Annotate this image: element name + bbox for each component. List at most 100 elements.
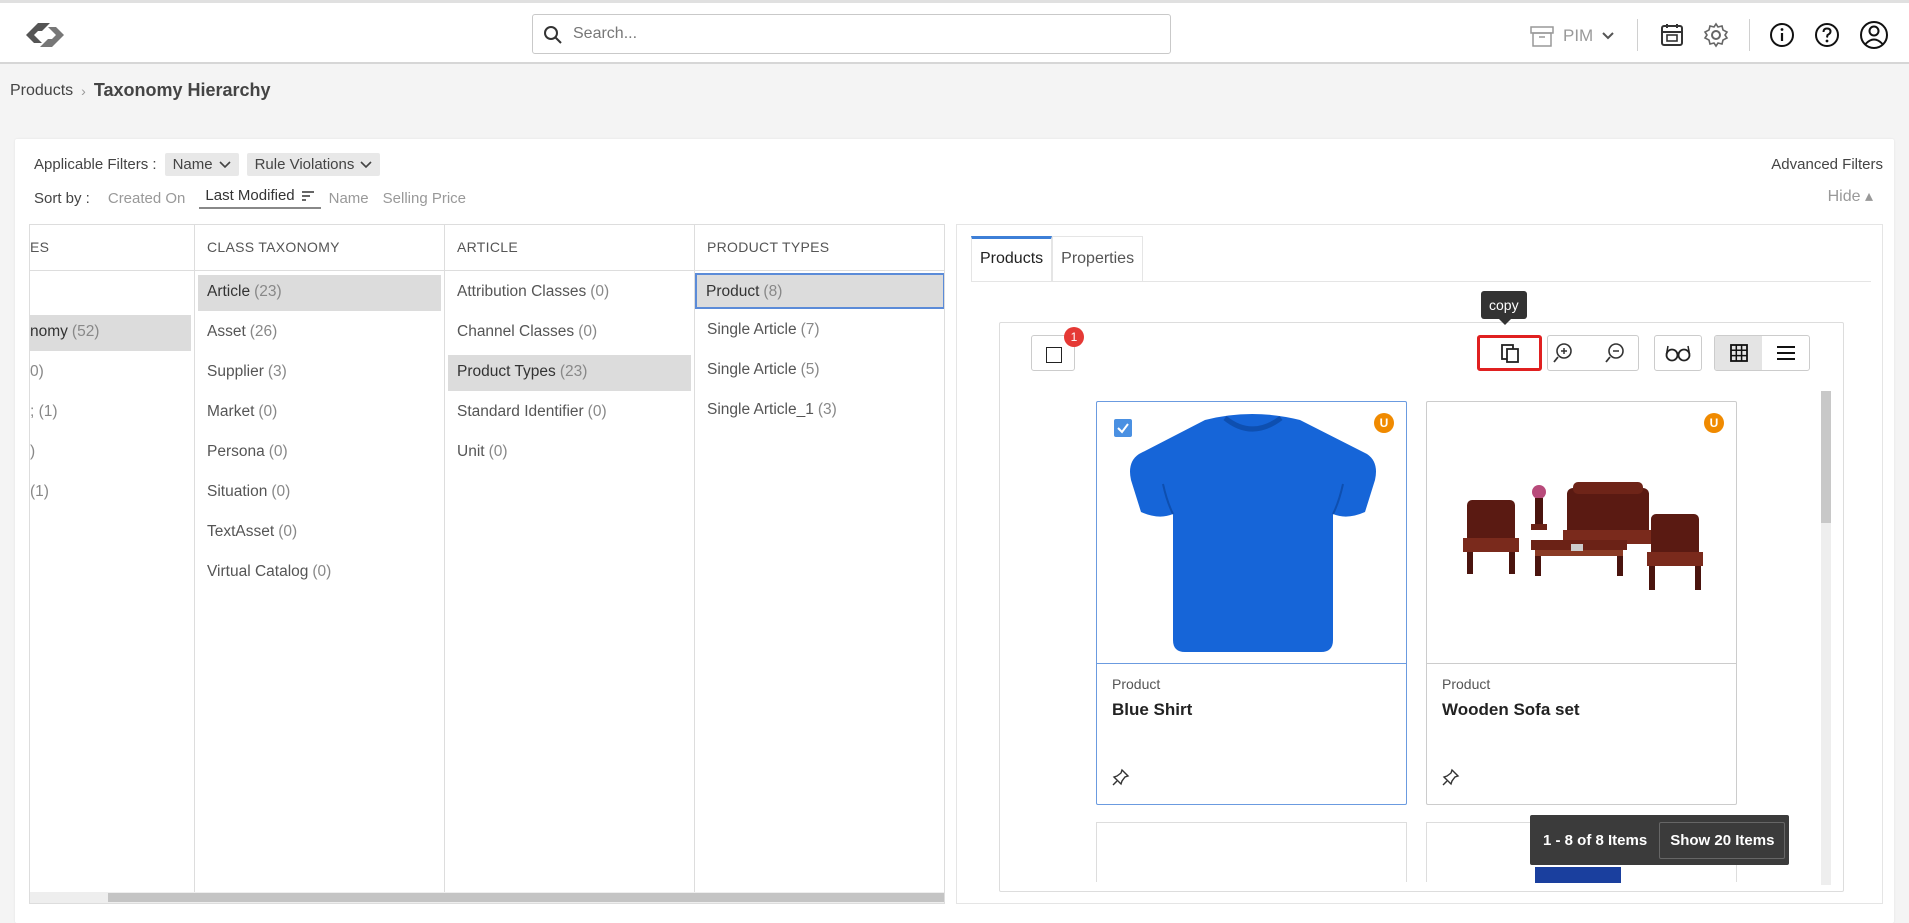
- applicable-filters: Applicable Filters : Name Rule Violation…: [34, 153, 381, 176]
- list-item[interactable]: Product (8): [695, 273, 944, 309]
- product-image: [1097, 402, 1406, 664]
- horizontal-scrollbar[interactable]: [30, 892, 944, 903]
- list-item[interactable]: TextAsset (0): [198, 515, 441, 551]
- item-count: (26): [249, 323, 278, 340]
- product-checkbox[interactable]: [1114, 419, 1132, 437]
- app-logo-icon[interactable]: [20, 17, 70, 53]
- list-item[interactable]: Persona (0): [198, 435, 441, 471]
- filters-label: Applicable Filters :: [34, 156, 157, 173]
- list-item[interactable]: Virtual Catalog (0): [198, 555, 441, 591]
- advanced-filters-link[interactable]: Advanced Filters: [1771, 156, 1883, 173]
- filter-chip-name[interactable]: Name: [164, 153, 239, 176]
- item-count: (0): [488, 443, 508, 460]
- preview-button[interactable]: [1654, 335, 1702, 371]
- copy-button[interactable]: [1477, 335, 1542, 371]
- product-name[interactable]: Blue Shirt: [1112, 700, 1192, 720]
- breadcrumb-separator: ›: [81, 82, 86, 99]
- hide-toggle[interactable]: Hide ▴: [1828, 186, 1873, 206]
- tab-properties[interactable]: Properties: [1052, 236, 1144, 281]
- list-item[interactable]: Unit (0): [448, 435, 691, 471]
- help-icon[interactable]: [1813, 21, 1841, 49]
- product-card[interactable]: U Product Blue Shirt: [1096, 401, 1407, 805]
- search-box[interactable]: [532, 14, 1171, 54]
- item-label: Single Article: [707, 321, 797, 338]
- list-item[interactable]: Market (0): [198, 395, 441, 431]
- item-count: (5): [800, 361, 820, 378]
- list-item[interactable]: ): [30, 435, 191, 471]
- product-image: [1535, 867, 1621, 883]
- list-item[interactable]: Channel Classes (0): [448, 315, 691, 351]
- grid-view-button[interactable]: [1715, 336, 1762, 370]
- item-label: Persona: [207, 443, 265, 460]
- user-icon[interactable]: [1859, 20, 1889, 50]
- item-count: (0): [587, 403, 607, 420]
- top-bar: PIM: [0, 0, 1909, 64]
- status-badge: U: [1704, 413, 1724, 433]
- scrollbar-thumb[interactable]: [108, 893, 944, 902]
- breadcrumb-root-link[interactable]: Products: [10, 82, 73, 100]
- list-item[interactable]: Single Article (5): [698, 353, 942, 389]
- item-count: (8): [763, 283, 783, 300]
- list-item[interactable]: Standard Identifier (0): [448, 395, 691, 431]
- list-view-button[interactable]: [1762, 336, 1809, 370]
- column-header: ARTICLE: [445, 225, 694, 271]
- vertical-scrollbar[interactable]: [1821, 391, 1831, 885]
- divider: [1749, 19, 1750, 51]
- item-count: (7): [800, 321, 820, 338]
- product-card[interactable]: U Product Wooden Sofa set: [1426, 401, 1737, 805]
- item-label: Market: [207, 403, 255, 420]
- list-item[interactable]: ; (1): [30, 395, 191, 431]
- filter-chip-label: Rule Violations: [254, 156, 355, 173]
- filter-chip-label: Name: [172, 156, 213, 173]
- item-count: (3): [267, 363, 287, 380]
- filter-chip-rule-violations[interactable]: Rule Violations: [246, 153, 381, 176]
- item-label: Article: [207, 283, 251, 300]
- list-item[interactable]: Attribution Classes (0): [448, 275, 691, 311]
- product-type: Product: [1442, 676, 1491, 692]
- show-items-button[interactable]: Show 20 Items: [1659, 821, 1786, 859]
- copy-tooltip: copy: [1481, 291, 1527, 325]
- scrollbar-thumb[interactable]: [1821, 391, 1831, 523]
- item-label: Unit: [457, 443, 485, 460]
- search-input[interactable]: [571, 21, 1151, 47]
- app-switcher[interactable]: PIM: [1529, 23, 1615, 49]
- pin-icon[interactable]: [1442, 768, 1460, 786]
- zoom-out-icon[interactable]: [1598, 341, 1634, 365]
- sort-option-last-modified[interactable]: Last Modified: [199, 187, 321, 209]
- gear-icon[interactable]: [1702, 21, 1730, 49]
- list-item[interactable]: 0): [30, 355, 191, 391]
- item-label: Single Article_1: [707, 401, 814, 418]
- sort-label: Sort by :: [34, 189, 90, 207]
- item-count: (0): [268, 443, 288, 460]
- list-item[interactable]: Product Types (23): [448, 355, 691, 391]
- item-label: Asset: [207, 323, 246, 340]
- list-item[interactable]: Single Article (7): [698, 313, 942, 349]
- list-item[interactable]: Situation (0): [198, 475, 441, 511]
- list-item[interactable]: Asset (26): [198, 315, 441, 351]
- item-label: Single Article: [707, 361, 797, 378]
- pin-icon[interactable]: [1112, 768, 1130, 786]
- sort-descending-icon: [301, 190, 314, 201]
- info-icon[interactable]: [1768, 21, 1796, 49]
- sort-option-created-on[interactable]: Created On: [108, 190, 186, 207]
- checkbox-icon: [1046, 347, 1062, 363]
- divider: [1637, 19, 1638, 51]
- list-item[interactable]: Single Article_1 (3): [698, 393, 942, 429]
- zoom-in-icon[interactable]: [1552, 341, 1598, 365]
- sort-option-name[interactable]: Name: [329, 190, 369, 207]
- sort-option-selling-price[interactable]: Selling Price: [383, 190, 466, 207]
- column-header: PRODUCT TYPES: [695, 225, 944, 271]
- tab-products[interactable]: Products: [971, 236, 1053, 281]
- column-header: ES: [30, 225, 194, 271]
- product-type: Product: [1112, 676, 1161, 692]
- product-card[interactable]: [1096, 822, 1407, 882]
- list-item[interactable]: Supplier (3): [198, 355, 441, 391]
- list-item[interactable]: Article (23): [198, 275, 441, 311]
- view-toggle: [1714, 335, 1810, 371]
- item-count: (23): [559, 363, 588, 380]
- list-item[interactable]: (1): [30, 475, 191, 511]
- calendar-box-icon[interactable]: [1658, 21, 1686, 49]
- product-name[interactable]: Wooden Sofa set: [1442, 700, 1580, 720]
- list-item[interactable]: [30, 275, 191, 311]
- list-item[interactable]: nomy (52): [30, 315, 191, 351]
